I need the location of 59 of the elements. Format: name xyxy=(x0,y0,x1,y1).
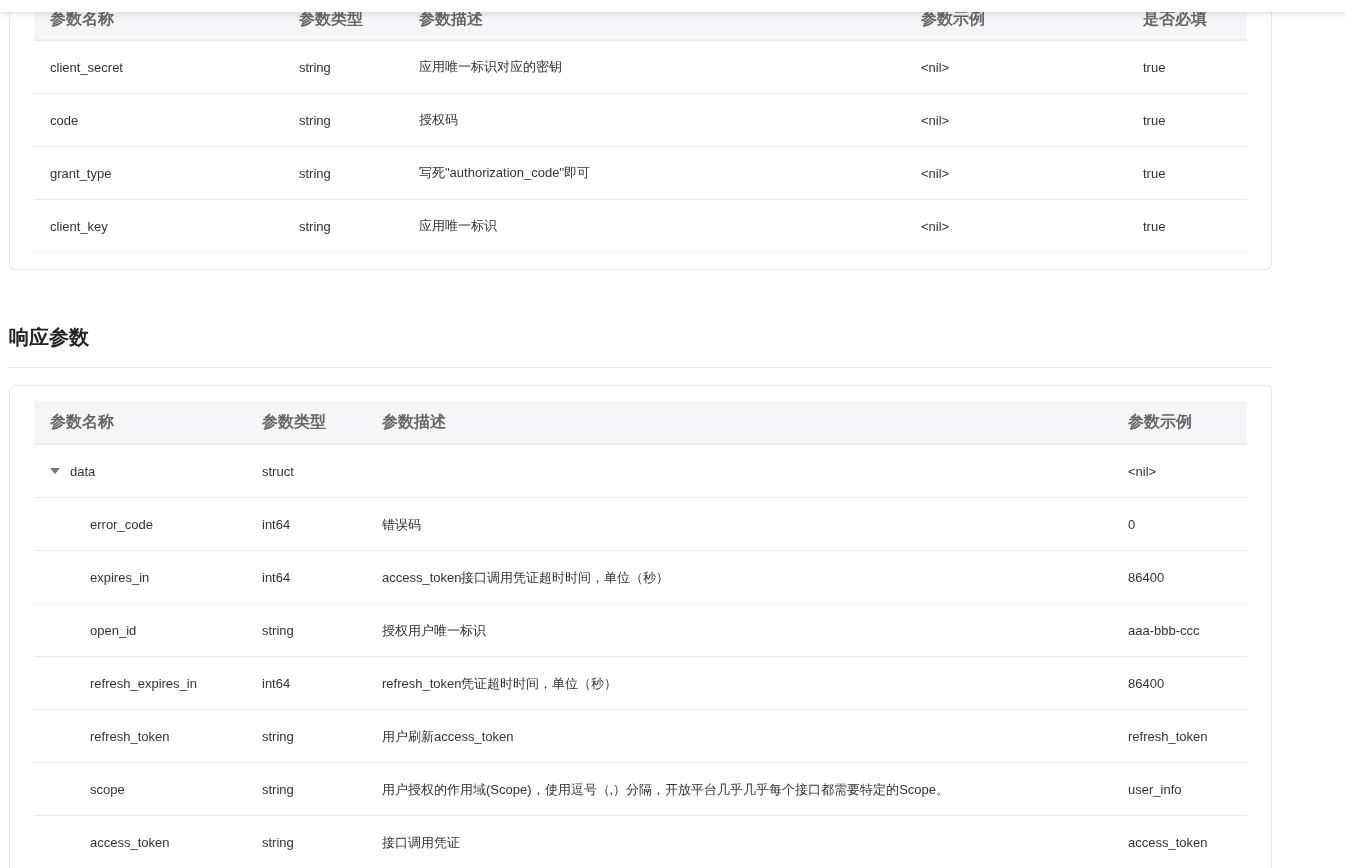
param-description: 错误码 xyxy=(381,516,421,532)
param-description: access_token接口调用凭证超时时间，单位（秒） xyxy=(381,569,670,585)
param-description: 应用唯一标识对应的密钥 xyxy=(418,58,563,76)
param-example: aaa-bbb-ccc xyxy=(1127,622,1201,638)
param-name: error_code xyxy=(90,516,153,532)
param-example: 86400 xyxy=(1127,569,1166,585)
param-type: int64 xyxy=(261,516,292,532)
column-header: 参数类型 xyxy=(261,411,327,432)
param-type: string xyxy=(261,622,295,638)
param-description: 用户刷新access_token xyxy=(381,728,514,744)
param-required: true xyxy=(1142,112,1167,128)
param-type: int64 xyxy=(261,675,292,691)
param-description: 授权用户唯一标识 xyxy=(381,622,486,638)
param-description: 接口调用凭证 xyxy=(381,834,460,850)
param-name: refresh_expires_in xyxy=(90,675,197,691)
param-example: 0 xyxy=(1127,516,1137,532)
param-example: user_info xyxy=(1127,781,1183,797)
param-description: 应用唯一标识 xyxy=(418,217,498,235)
param-description: refresh_token凭证超时时间，单位（秒） xyxy=(381,675,618,691)
column-header: 参数描述 xyxy=(418,9,484,29)
param-name: refresh_token xyxy=(90,728,170,744)
column-header: 参数描述 xyxy=(381,411,447,432)
param-type: string xyxy=(298,165,332,181)
param-name: data xyxy=(70,463,96,479)
param-type: struct xyxy=(261,463,295,479)
param-example: <nil> xyxy=(920,112,951,128)
param-required: true xyxy=(1142,165,1167,181)
param-name: scope xyxy=(90,781,125,797)
param-name: client_key xyxy=(49,218,109,234)
param-description: 授权码 xyxy=(418,111,459,129)
param-type: string xyxy=(261,834,295,850)
param-example: <nil> xyxy=(920,165,951,181)
param-type: int64 xyxy=(261,569,292,585)
column-header: 参数名称 xyxy=(49,9,115,29)
param-example: <nil> xyxy=(920,59,951,75)
caret-icon[interactable] xyxy=(50,466,60,476)
param-example: refresh_token xyxy=(1127,728,1209,744)
param-name: open_id xyxy=(90,622,137,638)
column-header: 参数示例 xyxy=(1127,411,1193,432)
param-example: access_token xyxy=(1127,834,1209,850)
param-name: client_secret xyxy=(49,59,124,75)
param-required: true xyxy=(1142,218,1167,234)
param-name: grant_type xyxy=(49,165,113,181)
param-type: string xyxy=(261,781,295,797)
param-type: string xyxy=(261,728,295,744)
param-name: code xyxy=(49,112,80,128)
param-required: true xyxy=(1142,59,1167,75)
param-description: 用户授权的作用域(Scope)，使用逗号（,）分隔，开放平台几乎几乎每个接口都需要特定的Scope。 xyxy=(381,781,949,797)
param-example: <nil> xyxy=(920,218,951,234)
param-name: access_token xyxy=(90,834,170,850)
param-description: 写死"authorization_code"即可 xyxy=(418,164,592,182)
param-name: expires_in xyxy=(90,569,150,585)
param-type: string xyxy=(298,218,332,234)
param-example: 86400 xyxy=(1127,675,1166,691)
column-header: 参数名称 xyxy=(49,411,115,432)
param-example: <nil> xyxy=(1127,463,1158,479)
section-heading: 响应参数 xyxy=(9,324,1272,368)
param-type: string xyxy=(298,59,332,75)
param-type: string xyxy=(298,112,332,128)
